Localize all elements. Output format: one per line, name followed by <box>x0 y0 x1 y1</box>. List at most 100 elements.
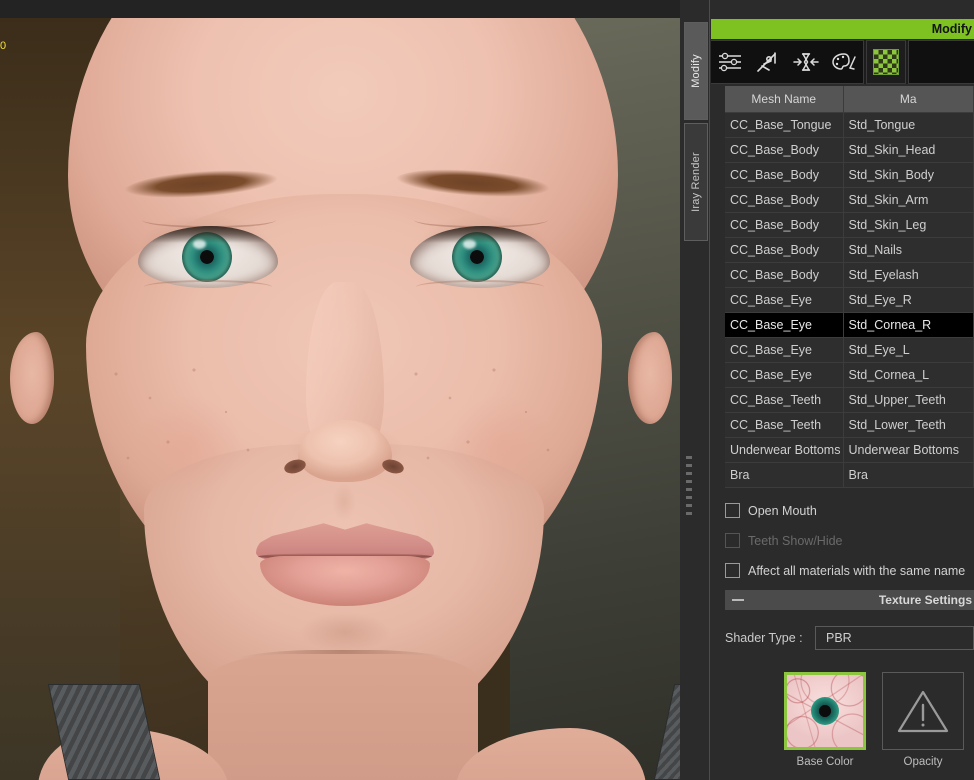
cell-mesh-name: CC_Base_Body <box>725 262 844 288</box>
table-row[interactable]: Bra Bra <box>725 462 974 488</box>
cell-mesh-name: CC_Base_Body <box>725 187 844 213</box>
viewport-edge-marker: 0 <box>0 40 6 52</box>
section-header-texture-settings[interactable]: Texture Settings <box>725 590 974 610</box>
swatch-opacity: Opacity <box>882 672 964 780</box>
palette-icon[interactable] <box>825 41 863 83</box>
table-row[interactable]: CC_Base_Eye Std_Eye_L <box>725 337 974 363</box>
cell-material-name: Std_Eyelash <box>843 262 974 288</box>
swatch-opacity-thumb[interactable] <box>882 672 964 750</box>
pose-icon[interactable] <box>749 41 787 83</box>
cell-material-name: Std_Lower_Teeth <box>843 412 974 438</box>
table-row[interactable]: CC_Base_Body Std_Nails <box>725 237 974 263</box>
cell-material-name: Bra <box>843 462 974 488</box>
philtrum <box>323 480 365 524</box>
table-row[interactable]: CC_Base_Body Std_Skin_Leg <box>725 212 974 238</box>
checkbox-open-mouth[interactable]: Open Mouth <box>725 503 817 518</box>
table-row[interactable]: CC_Base_Eye Std_Eye_R <box>725 287 974 313</box>
lips[interactable] <box>256 520 434 608</box>
sclera-right <box>410 226 550 288</box>
lower-lip <box>260 556 430 606</box>
cell-material-name: Std_Skin_Body <box>843 162 974 188</box>
checker-icon[interactable] <box>867 41 905 83</box>
checkbox-open-mouth-box[interactable] <box>725 503 740 518</box>
panel-title-bar: Modify <box>711 19 974 39</box>
material-table: Mesh Name Ma CC_Base_Tongue Std_Tongue CC_… <box>725 86 974 488</box>
neck <box>208 654 478 780</box>
cell-material-name: Std_Skin_Head <box>843 137 974 163</box>
3d-viewport[interactable]: 0 <box>0 0 680 780</box>
column-header-mesh-name[interactable]: Mesh Name <box>725 86 844 113</box>
checker-swatch <box>873 49 899 75</box>
shader-type-label: Shader Type : <box>725 631 803 645</box>
cell-mesh-name: Bra <box>725 462 844 488</box>
cell-mesh-name: CC_Base_Teeth <box>725 387 844 413</box>
base-color-texture-preview <box>787 675 863 747</box>
constrain-icon[interactable] <box>787 41 825 83</box>
sidebar-item-iray-render[interactable]: Iray Render <box>684 123 708 241</box>
cell-mesh-name: Underwear Bottoms <box>725 437 844 463</box>
table-row[interactable]: CC_Base_Teeth Std_Lower_Teeth <box>725 412 974 438</box>
cell-mesh-name: CC_Base_Tongue <box>725 112 844 138</box>
cell-material-name: Std_Cornea_L <box>843 362 974 388</box>
bra-strap-left <box>47 684 161 780</box>
collapse-minus-icon[interactable] <box>732 599 744 601</box>
table-row[interactable]: Underwear Bottoms Underwear Bottoms <box>725 437 974 463</box>
swatch-base-color: Base Color <box>784 672 866 780</box>
cell-mesh-name: CC_Base_Body <box>725 137 844 163</box>
panel-toolbar <box>711 40 974 84</box>
cell-mesh-name: CC_Base_Eye <box>725 287 844 313</box>
table-header-row: Mesh Name Ma <box>725 86 974 113</box>
shader-type-value: PBR <box>826 631 852 645</box>
shader-type-select[interactable]: PBR <box>815 626 974 650</box>
cell-material-name: Underwear Bottoms <box>843 437 974 463</box>
eye-right[interactable] <box>410 226 550 288</box>
column-header-material-name[interactable]: Ma <box>843 86 974 113</box>
table-row[interactable]: CC_Base_Tongue Std_Tongue <box>725 112 974 138</box>
eye-left[interactable] <box>138 226 278 288</box>
application-window: 0 Modify Iray Render Modify Mesh Name Ma… <box>0 0 974 780</box>
checkbox-open-mouth-label: Open Mouth <box>748 503 817 518</box>
sliders-icon[interactable] <box>711 41 749 83</box>
cell-material-name: Std_Eye_R <box>843 287 974 313</box>
cell-mesh-name: CC_Base_Eye <box>725 337 844 363</box>
toolbar-group-primary <box>711 40 864 84</box>
swatch-base-color-thumb[interactable] <box>784 672 866 750</box>
checkbox-affect-all-materials-label: Affect all materials with the same name <box>748 563 966 578</box>
checkbox-affect-all-materials[interactable]: Affect all materials with the same name <box>725 563 965 578</box>
sidebar-item-modify[interactable]: Modify <box>684 22 708 120</box>
table-row[interactable]: CC_Base_Body Std_Eyelash <box>725 262 974 288</box>
character-head-model[interactable] <box>10 0 680 780</box>
checkbox-affect-all-materials-box[interactable] <box>725 563 740 578</box>
cell-material-name: Std_Skin_Leg <box>843 212 974 238</box>
cell-mesh-name: CC_Base_Eye <box>725 312 844 338</box>
material-list[interactable]: Mesh Name Ma CC_Base_Tongue Std_Tongue CC_… <box>725 86 974 488</box>
table-row[interactable]: CC_Base_Body Std_Skin_Head <box>725 137 974 163</box>
table-row[interactable]: CC_Base_Eye Std_Cornea_R <box>725 312 974 338</box>
cell-mesh-name: CC_Base_Body <box>725 212 844 238</box>
cell-mesh-name: CC_Base_Eye <box>725 362 844 388</box>
swatch-opacity-caption: Opacity <box>903 756 943 768</box>
cell-material-name: Std_Skin_Arm <box>843 187 974 213</box>
table-row[interactable]: CC_Base_Eye Std_Cornea_L <box>725 362 974 388</box>
table-row[interactable]: CC_Base_Body Std_Skin_Body <box>725 162 974 188</box>
table-row[interactable]: CC_Base_Teeth Std_Upper_Teeth <box>725 387 974 413</box>
nose-tip <box>298 420 392 482</box>
table-body: CC_Base_Tongue Std_Tongue CC_Base_Body Std_… <box>725 112 974 488</box>
sidebar-item-modify-label: Modify <box>690 54 703 88</box>
cell-material-name: Std_Cornea_R <box>843 312 974 338</box>
iris-texture-dot <box>811 697 839 725</box>
ear-left <box>10 332 54 424</box>
eyelash-left <box>138 226 278 243</box>
chin-shadow <box>284 610 406 654</box>
cell-material-name: Std_Eye_L <box>843 337 974 363</box>
page-title: Modify <box>931 22 972 36</box>
sclera-left <box>138 226 278 288</box>
table-row[interactable]: CC_Base_Body Std_Skin_Arm <box>725 187 974 213</box>
panel-splitter-handle[interactable] <box>686 456 692 518</box>
cell-material-name: Std_Upper_Teeth <box>843 387 974 413</box>
sidebar-item-iray-render-label: Iray Render <box>690 152 703 212</box>
cell-mesh-name: CC_Base_Body <box>725 162 844 188</box>
warning-triangle-icon <box>897 690 949 733</box>
lower-lid-left <box>144 280 272 294</box>
cell-material-name: Std_Nails <box>843 237 974 263</box>
